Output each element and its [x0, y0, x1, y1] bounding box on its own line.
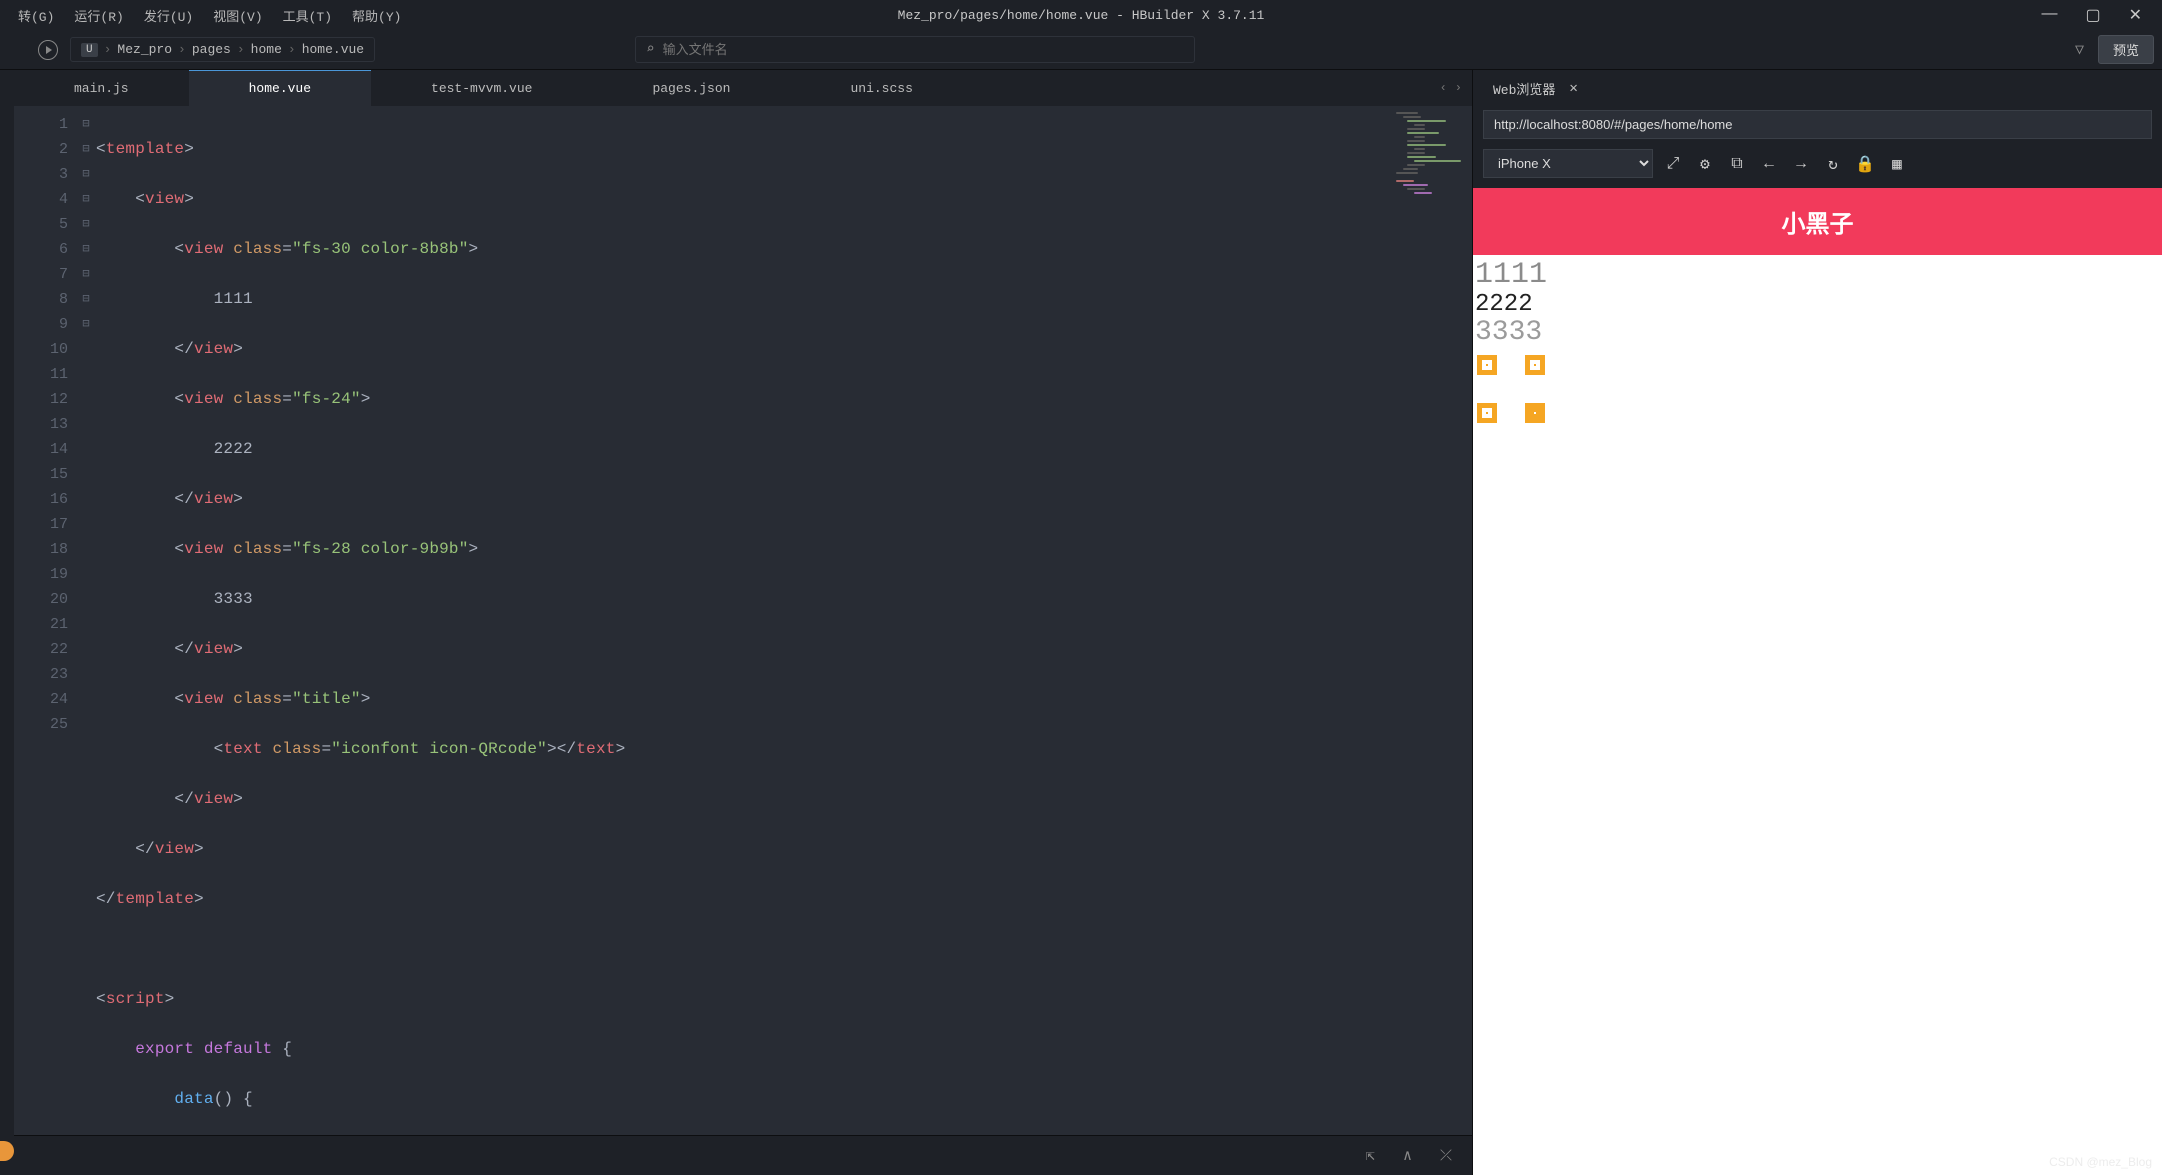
menubar: 转(G) 运行(R) 发行(U) 视图(V) 工具(T) 帮助(Y) Mez_p… — [0, 0, 2162, 30]
browser-tab-close-icon[interactable]: ✕ — [1569, 80, 1577, 97]
forward-icon[interactable]: → — [1789, 152, 1813, 176]
menu-run[interactable]: 运行(R) — [64, 2, 133, 29]
tab-next-icon[interactable]: › — [1455, 81, 1462, 95]
code-class-2: fs-24 — [302, 390, 351, 408]
browser-tab-label[interactable]: Web浏览器 — [1483, 73, 1565, 104]
grid-icon[interactable]: ▦ — [1885, 152, 1909, 176]
filter-icon[interactable]: ▽ — [2075, 40, 2084, 59]
editor-statusbar: ⇱ ∧ ⤫ — [14, 1135, 1472, 1175]
gear-icon[interactable]: ⚙ — [1693, 152, 1717, 176]
menu-help[interactable]: 帮助(Y) — [342, 2, 411, 29]
minimap[interactable] — [1392, 106, 1472, 1135]
code-content[interactable]: <template> <view> <view class="fs-30 col… — [96, 106, 1392, 1135]
menu-publish[interactable]: 发行(U) — [134, 2, 203, 29]
code-text-3: 3333 — [214, 590, 253, 608]
preview-line-2: 2222 — [1475, 292, 2160, 318]
preview-header: 小黑子 — [1473, 188, 2162, 255]
crumb-file[interactable]: home.vue — [302, 42, 364, 57]
code-text-1: 1111 — [214, 290, 253, 308]
tab-prev-icon[interactable]: ‹ — [1440, 81, 1447, 95]
preview-viewport: 小黑子 1111 2222 3333 — [1473, 188, 2162, 1175]
toolbar: U › Mez_pro › pages › home › home.vue ⌕ … — [0, 30, 2162, 70]
status-export-icon[interactable]: ⇱ — [1366, 1146, 1375, 1165]
code-class-3: fs-28 color-9b9b — [302, 540, 459, 558]
status-up-icon[interactable]: ∧ — [1403, 1146, 1412, 1165]
search-input[interactable] — [663, 42, 1185, 57]
project-badge-icon: U — [81, 43, 98, 57]
qrcode-icon — [1477, 355, 1545, 423]
preview-line-3: 3333 — [1475, 318, 2160, 349]
breadcrumb: U › Mez_pro › pages › home › home.vue — [70, 37, 375, 62]
crumb-project[interactable]: Mez_pro — [117, 42, 172, 57]
file-search[interactable]: ⌕ — [635, 36, 1195, 63]
code-class-1: fs-30 color-8b8b — [302, 240, 459, 258]
back-icon[interactable]: ← — [1757, 152, 1781, 176]
menu-goto[interactable]: 转(G) — [8, 2, 64, 29]
url-input[interactable] — [1483, 110, 2152, 139]
search-icon: ⌕ — [646, 41, 654, 58]
close-icon[interactable]: ✕ — [2129, 5, 2142, 25]
window-title: Mez_pro/pages/home/home.vue - HBuilder X… — [898, 8, 1265, 23]
status-close-icon[interactable]: ⤫ — [1440, 1147, 1452, 1165]
maximize-icon[interactable]: ▢ — [2085, 5, 2100, 25]
crumb-home[interactable]: home — [251, 42, 282, 57]
console-icon[interactable]: ⧉ — [1725, 152, 1749, 176]
code-text-2: 2222 — [214, 440, 253, 458]
tab-pages-json[interactable]: pages.json — [592, 70, 790, 106]
code-editor[interactable]: 12345 678910 1112131415 1617181920 21222… — [14, 106, 1472, 1135]
lock-icon[interactable]: 🔒 — [1853, 152, 1877, 176]
tab-uni-scss[interactable]: uni.scss — [790, 70, 972, 106]
watermark: CSDN @mez_Blog — [2049, 1155, 2152, 1169]
editor-tabbar: main.js home.vue test-mvvm.vue pages.jso… — [14, 70, 1472, 106]
tab-main-js[interactable]: main.js — [14, 70, 189, 106]
tab-home-vue[interactable]: home.vue — [189, 70, 371, 106]
browser-pane: Web浏览器 ✕ iPhone X ⤢ ⚙ ⧉ ← → ↻ 🔒 ▦ 小黑子 — [1472, 70, 2162, 1175]
left-gutter — [0, 70, 14, 1175]
fold-column: ⊟⊟⊟ ⊟⊟ ⊟ ⊟⊟⊟ — [76, 106, 96, 1135]
run-icon[interactable] — [38, 40, 58, 60]
minimize-icon[interactable]: — — [2041, 5, 2057, 25]
menu-tools[interactable]: 工具(T) — [273, 2, 342, 29]
preview-line-1: 1111 — [1475, 259, 2160, 292]
expand-icon[interactable]: ⤢ — [1661, 152, 1685, 176]
preview-button[interactable]: 预览 — [2098, 35, 2154, 64]
tab-test-mvvm[interactable]: test-mvvm.vue — [371, 70, 592, 106]
code-class-5: iconfont icon-QRcode — [341, 740, 537, 758]
line-gutter: 12345 678910 1112131415 1617181920 21222… — [14, 106, 76, 1135]
code-class-4: title — [302, 690, 351, 708]
crumb-pages[interactable]: pages — [192, 42, 231, 57]
reload-icon[interactable]: ↻ — [1821, 152, 1845, 176]
device-select[interactable]: iPhone X — [1483, 149, 1653, 178]
menu-view[interactable]: 视图(V) — [203, 2, 272, 29]
